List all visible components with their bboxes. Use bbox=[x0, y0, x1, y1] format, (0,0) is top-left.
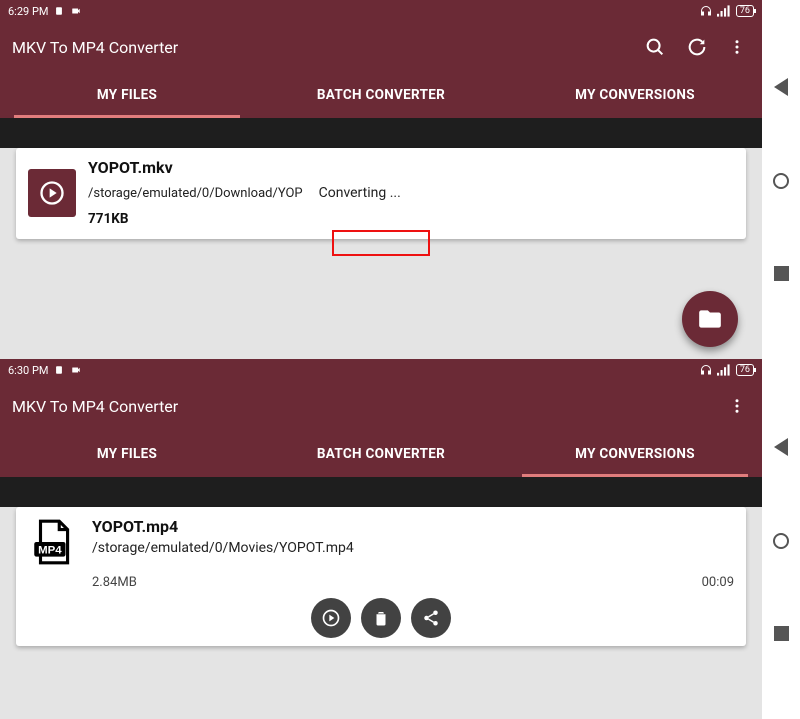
file-path: /storage/emulated/0/Download/YOP bbox=[88, 186, 303, 201]
tab-bar: MY FILES BATCH CONVERTER MY CONVERSIONS bbox=[0, 72, 762, 118]
recents-button[interactable] bbox=[774, 266, 789, 281]
file-size: 771KB bbox=[88, 211, 734, 227]
app-title: MKV To MP4 Converter bbox=[12, 397, 728, 416]
tab-batch-converter[interactable]: BATCH CONVERTER bbox=[254, 72, 508, 118]
section-divider bbox=[0, 477, 762, 507]
card-actions bbox=[28, 598, 734, 638]
signal-icon bbox=[717, 364, 731, 376]
app-title: MKV To MP4 Converter bbox=[12, 38, 644, 57]
back-button[interactable] bbox=[774, 78, 788, 96]
headphones-icon bbox=[700, 364, 712, 376]
tab-my-files[interactable]: MY FILES bbox=[0, 72, 254, 118]
tab-batch-converter[interactable]: BATCH CONVERTER bbox=[254, 431, 508, 477]
status-bar: 6:29 PM 76 bbox=[0, 0, 762, 22]
app-bar: MKV To MP4 Converter MY FILES BATCH CONV… bbox=[0, 22, 762, 118]
tab-my-conversions[interactable]: MY CONVERSIONS bbox=[508, 431, 762, 477]
overflow-menu-icon[interactable] bbox=[728, 395, 746, 417]
battery-icon: 76 bbox=[736, 364, 754, 376]
system-nav bbox=[762, 0, 800, 359]
signal-icon bbox=[717, 5, 731, 17]
video-icon bbox=[70, 365, 82, 375]
overflow-menu-icon[interactable] bbox=[728, 36, 746, 58]
recents-button[interactable] bbox=[774, 626, 789, 641]
file-path: /storage/emulated/0/Movies/YOPOT.mp4 bbox=[92, 540, 734, 556]
tab-bar: MY FILES BATCH CONVERTER MY CONVERSIONS bbox=[0, 431, 762, 477]
tab-my-conversions[interactable]: MY CONVERSIONS bbox=[508, 72, 762, 118]
sim-icon bbox=[54, 365, 64, 375]
battery-icon: 76 bbox=[736, 5, 754, 17]
play-icon[interactable] bbox=[28, 169, 76, 217]
search-icon[interactable] bbox=[644, 36, 666, 58]
screenshot-1: 6:29 PM 76 MKV To MP4 Converter MY FILES… bbox=[0, 0, 762, 359]
conversion-card[interactable]: MP4 YOPOT.mp4 /storage/emulated/0/Movies… bbox=[16, 507, 746, 646]
headphones-icon bbox=[700, 5, 712, 17]
refresh-icon[interactable] bbox=[686, 36, 708, 58]
video-icon bbox=[70, 6, 82, 16]
status-bar: 6:30 PM 76 bbox=[0, 359, 762, 381]
file-name: YOPOT.mp4 bbox=[92, 517, 734, 536]
file-duration: 00:09 bbox=[702, 575, 734, 590]
section-divider bbox=[0, 118, 762, 148]
folder-fab[interactable] bbox=[682, 291, 738, 347]
svg-text:MP4: MP4 bbox=[38, 544, 62, 556]
home-button[interactable] bbox=[773, 533, 789, 549]
sim-icon bbox=[54, 6, 64, 16]
back-button[interactable] bbox=[774, 438, 788, 456]
play-button[interactable] bbox=[311, 598, 351, 638]
status-time: 6:30 PM bbox=[8, 364, 48, 377]
system-nav bbox=[762, 359, 800, 719]
conversion-status: Converting ... bbox=[311, 181, 409, 205]
screenshot-2: 6:30 PM 76 MKV To MP4 Converter MY FILES… bbox=[0, 359, 762, 719]
file-card[interactable]: YOPOT.mkv /storage/emulated/0/Download/Y… bbox=[16, 148, 746, 239]
file-name: YOPOT.mkv bbox=[88, 158, 734, 177]
app-bar: MKV To MP4 Converter MY FILES BATCH CONV… bbox=[0, 381, 762, 477]
home-button[interactable] bbox=[773, 173, 789, 189]
delete-button[interactable] bbox=[361, 598, 401, 638]
mp4-file-icon: MP4 bbox=[28, 517, 78, 567]
tab-my-files[interactable]: MY FILES bbox=[0, 431, 254, 477]
share-button[interactable] bbox=[411, 598, 451, 638]
file-size: 2.84MB bbox=[92, 575, 137, 590]
status-time: 6:29 PM bbox=[8, 5, 48, 18]
